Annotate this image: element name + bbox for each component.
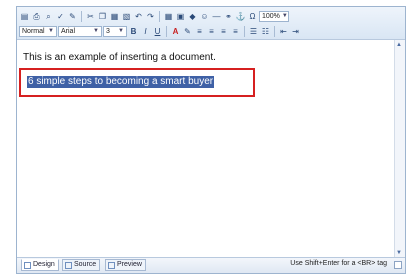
new-document-icon[interactable]: ▤	[19, 11, 30, 22]
align-right-icon[interactable]: ≡	[218, 26, 229, 37]
size-select[interactable]: 3 ▼	[103, 25, 127, 37]
indent-icon[interactable]: ⇥	[290, 26, 301, 37]
italic-button[interactable]: I	[140, 26, 151, 37]
scroll-down-icon[interactable]: ▼	[396, 250, 402, 256]
document-text-line: This is an example of inserting a docume…	[23, 52, 216, 63]
emoticon-icon[interactable]: ☺	[199, 11, 210, 22]
insert-symbol-icon[interactable]: ◆	[187, 11, 198, 22]
rich-text-editor: ▤ ⎙ ⌕ ✓ ✎ ✂ ❐ ▦ ▧ ↶ ↷ ▦ ▣ ◆ ☺ — ⚭ ⚓ Ω 10…	[16, 6, 406, 274]
redo-icon[interactable]: ↷	[145, 11, 156, 22]
copy-icon[interactable]: ❐	[97, 11, 108, 22]
align-center-icon[interactable]: ≡	[206, 26, 217, 37]
justify-icon[interactable]: ≡	[230, 26, 241, 37]
editor-content-area[interactable]: This is an example of inserting a docume…	[17, 40, 395, 258]
highlight-color-icon[interactable]: ✎	[182, 26, 193, 37]
chevron-down-icon: ▼	[281, 12, 288, 19]
font-color-button[interactable]: A	[170, 26, 181, 37]
format-painter-icon[interactable]: ✎	[67, 11, 78, 22]
insert-image-icon[interactable]: ▣	[175, 11, 186, 22]
cut-icon[interactable]: ✂	[85, 11, 96, 22]
anchor-icon[interactable]: ⚓	[235, 11, 246, 22]
special-char-icon[interactable]: Ω	[247, 11, 258, 22]
selected-text[interactable]: 6 simple steps to becoming a smart buyer	[27, 76, 215, 88]
toolbar-separator	[159, 10, 160, 22]
size-select-value: 3	[106, 27, 110, 35]
format-select-value: Normal	[22, 27, 45, 35]
toolbar-separator	[244, 25, 245, 37]
underline-button[interactable]: U	[152, 26, 163, 37]
outdent-icon[interactable]: ⇤	[278, 26, 289, 37]
scroll-up-icon[interactable]: ▲	[396, 42, 402, 48]
find-icon[interactable]: ⌕	[43, 11, 54, 22]
tab-source[interactable]: Source	[62, 259, 101, 271]
format-select[interactable]: Normal ▼	[19, 25, 57, 37]
toolbar-separator	[81, 10, 82, 22]
toolbar-separator	[274, 25, 275, 37]
chevron-down-icon: ▼	[93, 27, 99, 34]
editor-toolbar: ▤ ⎙ ⌕ ✓ ✎ ✂ ❐ ▦ ▧ ↶ ↷ ▦ ▣ ◆ ☺ — ⚭ ⚓ Ω 10…	[17, 7, 405, 40]
zoom-select[interactable]: 100% ▼	[259, 10, 289, 22]
resize-handle-icon[interactable]	[394, 261, 402, 269]
zoom-select-value: 100%	[262, 12, 280, 20]
paste-icon[interactable]: ▦	[109, 11, 120, 22]
toolbar-row-2: Normal ▼ Arial ▼ 3 ▼ B I U A ✎ ≡ ≡ ≡ ≡ ☰…	[19, 24, 403, 38]
tab-label: Source	[74, 261, 97, 268]
toolbar-separator	[166, 25, 167, 37]
editor-statusbar: Design Source Preview Use Shift+Enter fo…	[17, 257, 405, 273]
horizontal-rule-icon[interactable]: —	[211, 11, 222, 22]
insert-table-icon[interactable]: ▦	[163, 11, 174, 22]
tab-label: Preview	[117, 261, 142, 268]
ordered-list-icon[interactable]: ☰	[248, 26, 259, 37]
bold-button[interactable]: B	[128, 26, 139, 37]
status-hint: Use Shift+Enter for a <BR> tag	[290, 260, 387, 267]
font-select-value: Arial	[61, 27, 76, 35]
print-icon[interactable]: ⎙	[31, 11, 42, 22]
font-select[interactable]: Arial ▼	[58, 25, 102, 37]
tab-preview[interactable]: Preview	[105, 259, 146, 271]
tab-design[interactable]: Design	[21, 259, 59, 271]
vertical-scrollbar[interactable]: ▲ ▼	[394, 40, 405, 258]
insert-link-icon[interactable]: ⚭	[223, 11, 234, 22]
tab-label: Design	[33, 261, 55, 268]
unordered-list-icon[interactable]: ☷	[260, 26, 271, 37]
undo-icon[interactable]: ↶	[133, 11, 144, 22]
preview-icon	[108, 261, 115, 269]
spellcheck-icon[interactable]: ✓	[55, 11, 66, 22]
chevron-down-icon: ▼	[48, 27, 54, 34]
design-icon	[24, 261, 31, 269]
paste-special-icon[interactable]: ▧	[121, 11, 132, 22]
source-icon	[65, 261, 72, 269]
toolbar-row-1: ▤ ⎙ ⌕ ✓ ✎ ✂ ❐ ▦ ▧ ↶ ↷ ▦ ▣ ◆ ☺ — ⚭ ⚓ Ω 10…	[19, 9, 403, 23]
align-left-icon[interactable]: ≡	[194, 26, 205, 37]
chevron-down-icon: ▼	[118, 27, 124, 34]
callout-highlight-box: 6 simple steps to becoming a smart buyer	[19, 68, 255, 97]
